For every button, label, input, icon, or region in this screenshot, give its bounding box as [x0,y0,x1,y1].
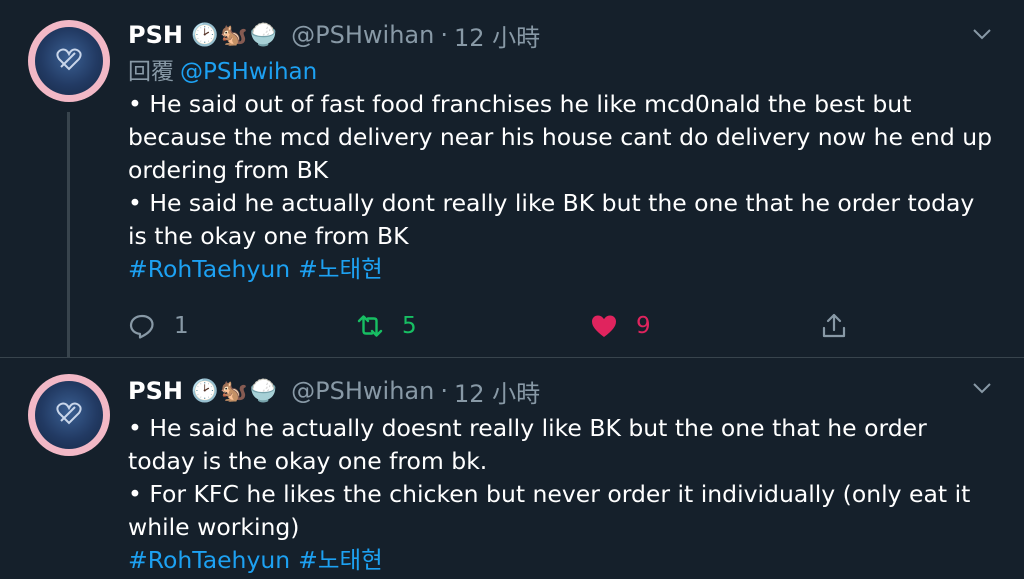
display-name[interactable]: PSH [128,21,183,49]
name-emojis: 🕑🐿️🍚 [190,378,280,404]
reply-prefix: 回覆 [128,59,174,85]
hashtag-link[interactable]: #RohTaehyun [128,546,290,574]
hashtag-link[interactable]: #노태현 [298,255,383,283]
tweet[interactable]: PSH 🕑🐿️🍚 @PSHwihan · 12 小時 • He said he … [0,358,1024,579]
display-name[interactable]: PSH [128,377,183,405]
like-count: 9 [636,313,651,339]
chevron-down-icon[interactable] [970,22,994,46]
retweet-icon [357,315,383,337]
avatar[interactable] [28,374,110,456]
thread-line [67,112,70,358]
tweet-text: • He said out of fast food franchises he… [128,90,993,250]
share-button[interactable] [820,306,848,346]
separator-dot: · [440,377,448,405]
reply-mention[interactable]: @PSHwihan [180,59,317,85]
user-handle[interactable]: @PSHwihan [291,21,434,49]
reply-icon [129,314,154,339]
share-icon [822,313,846,338]
hashtags: #RohTaehyun #노태현 [128,253,1000,286]
timestamp[interactable]: 12 小時 [454,18,540,53]
name-emojis: 🕑🐿️🍚 [190,22,280,48]
tweet-header: PSH 🕑🐿️🍚 @PSHwihan · 12 小時 [128,18,1000,52]
reply-button[interactable]: 1 [128,306,189,346]
tweet[interactable]: PSH 🕑🐿️🍚 @PSHwihan · 12 小時 回覆 @PSHwihan •… [0,0,1024,358]
avatar[interactable] [28,20,110,102]
heart-icon [592,315,616,337]
hashtag-link[interactable]: #노태현 [298,546,383,574]
chevron-down-icon[interactable] [970,376,994,400]
retweet-count: 5 [402,313,417,339]
reply-context: 回覆 @PSHwihan [128,56,1000,88]
hashtag-link[interactable]: #RohTaehyun [128,255,290,283]
timestamp[interactable]: 12 小時 [454,374,540,409]
tweet-header: PSH 🕑🐿️🍚 @PSHwihan · 12 小時 [128,374,1000,408]
like-button[interactable]: 9 [590,306,651,346]
hashtags: #RohTaehyun #노태현 [128,544,1000,577]
retweet-button[interactable]: 5 [356,306,417,346]
user-handle[interactable]: @PSHwihan [291,377,434,405]
tweet-text: • He said he actually doesnt really like… [128,414,971,541]
separator-dot: · [440,21,448,49]
reply-count: 1 [174,313,189,339]
tweet-actions: 1 5 9 [128,306,868,346]
